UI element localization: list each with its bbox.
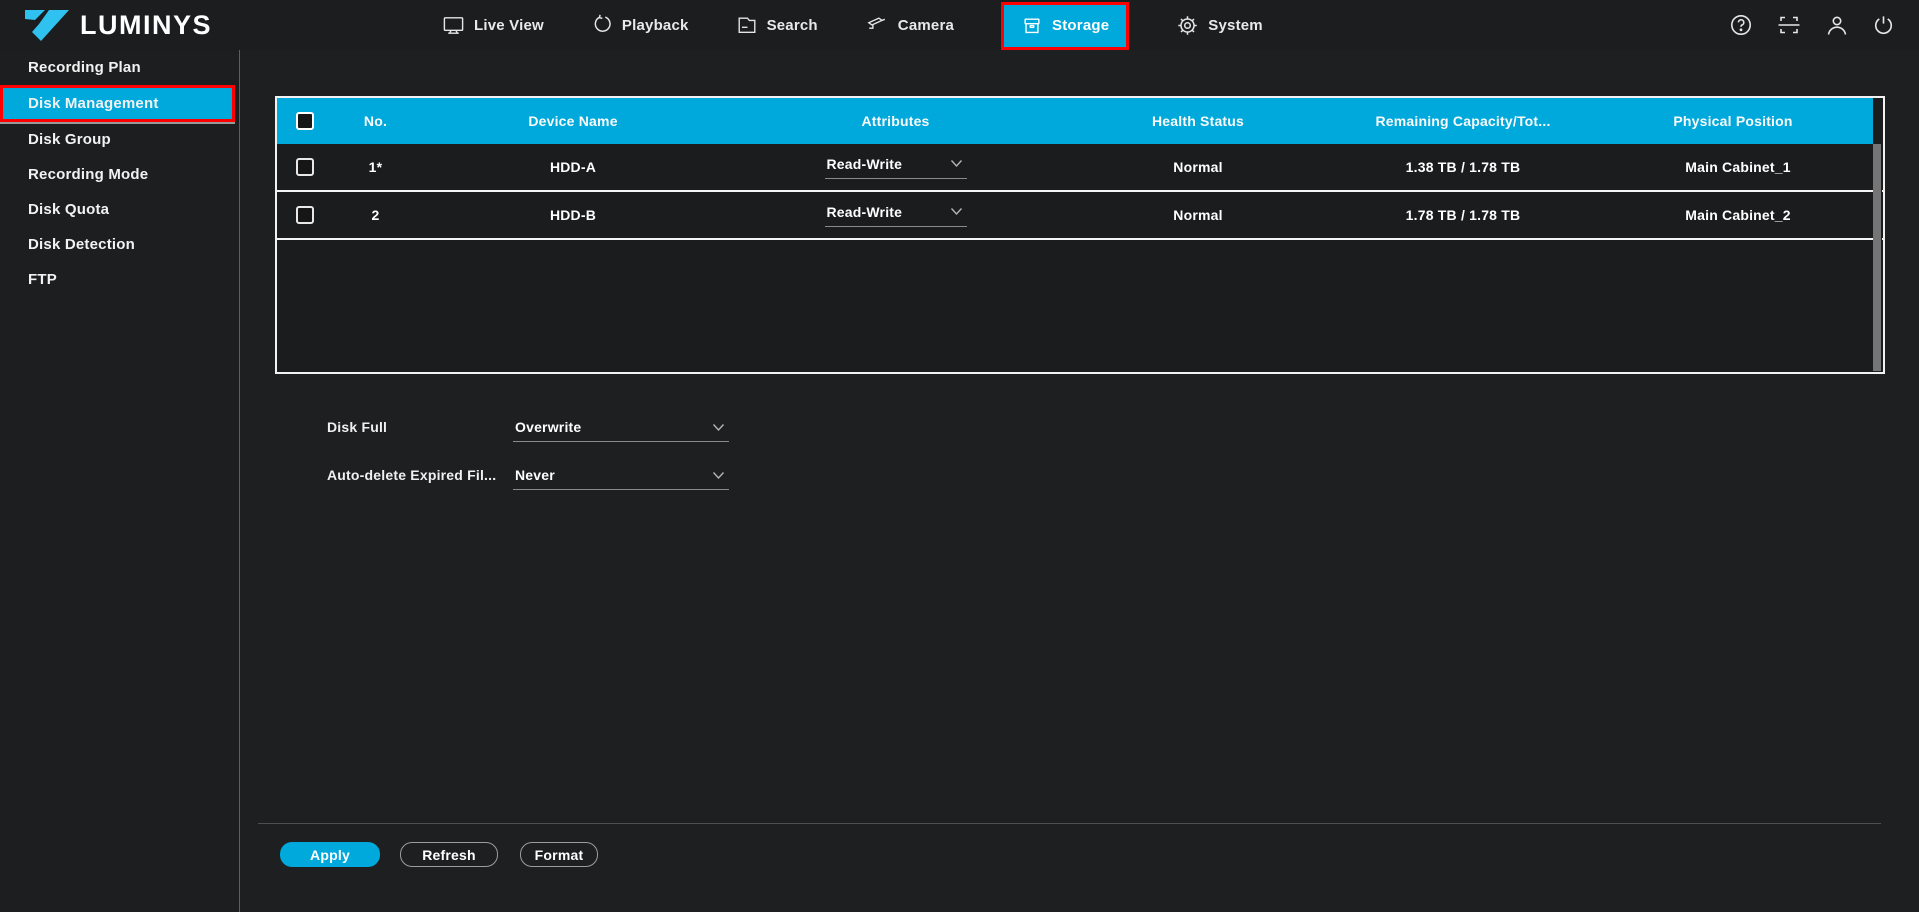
chevron-down-icon xyxy=(950,159,963,168)
header-attributes: Attributes xyxy=(728,113,1063,129)
monitor-icon xyxy=(442,14,465,37)
topbar: LUMINYS Live View Playback xyxy=(0,0,1919,50)
attributes-dropdown[interactable]: Read-Write xyxy=(825,204,967,227)
sidebar-item-recording-plan[interactable]: Recording Plan xyxy=(0,50,239,85)
playback-icon xyxy=(591,14,613,36)
cell-physical-position: Main Cabinet_1 xyxy=(1593,159,1883,175)
nav-item-camera[interactable]: Camera xyxy=(865,0,954,50)
table-row: 1* HDD-A Read-Write Normal 1.38 TB / 1.7… xyxy=(277,144,1883,192)
topbar-actions xyxy=(1729,0,1895,50)
header-device-name: Device Name xyxy=(418,113,728,129)
nav-label: Live View xyxy=(474,17,544,34)
header-remaining-capacity: Remaining Capacity/Tot... xyxy=(1333,113,1593,129)
table-header-row: No. Device Name Attributes Health Status… xyxy=(277,98,1873,144)
scan-icon[interactable] xyxy=(1776,13,1802,37)
gear-icon xyxy=(1176,14,1199,37)
apply-button[interactable]: Apply xyxy=(280,842,380,867)
power-icon[interactable] xyxy=(1872,14,1895,37)
disk-full-label: Disk Full xyxy=(327,419,513,435)
chevron-down-icon xyxy=(712,423,725,432)
table-scrollbar-track xyxy=(1873,144,1882,371)
nav-item-playback[interactable]: Playback xyxy=(591,0,689,50)
main-nav: Live View Playback Search xyxy=(442,0,1263,50)
format-button[interactable]: Format xyxy=(520,842,598,867)
nav-label: Storage xyxy=(1052,17,1109,34)
nav-item-search[interactable]: Search xyxy=(736,0,818,50)
nav-item-system[interactable]: System xyxy=(1176,0,1263,50)
folder-icon xyxy=(736,14,758,36)
help-icon[interactable] xyxy=(1729,13,1753,37)
cell-no: 2 xyxy=(333,207,418,223)
disk-management-table: No. Device Name Attributes Health Status… xyxy=(275,96,1885,374)
cell-physical-position: Main Cabinet_2 xyxy=(1593,207,1883,223)
nav-label: Search xyxy=(767,17,818,34)
disk-full-dropdown[interactable]: Overwrite xyxy=(513,419,729,442)
refresh-button[interactable]: Refresh xyxy=(400,842,498,867)
user-icon[interactable] xyxy=(1825,13,1849,37)
sidebar-item-recording-mode[interactable]: Recording Mode xyxy=(0,157,239,192)
cell-no: 1* xyxy=(333,159,418,175)
sidebar: Recording Plan Disk Management Disk Grou… xyxy=(0,50,240,912)
select-all-checkbox[interactable] xyxy=(296,112,314,130)
table-row: 2 HDD-B Read-Write Normal 1.78 TB / 1.78… xyxy=(277,192,1883,240)
sidebar-item-disk-group[interactable]: Disk Group xyxy=(0,122,239,157)
header-health-status: Health Status xyxy=(1063,113,1333,129)
cell-device-name: HDD-B xyxy=(418,207,728,223)
luminys-logo-icon xyxy=(24,7,70,43)
cell-health-status: Normal xyxy=(1063,159,1333,175)
cell-remaining-capacity: 1.78 TB / 1.78 TB xyxy=(1333,207,1593,223)
brand-logo: LUMINYS xyxy=(24,0,212,50)
auto-delete-dropdown[interactable]: Never xyxy=(513,467,729,490)
header-physical-position: Physical Position xyxy=(1593,113,1873,129)
sidebar-item-ftp[interactable]: FTP xyxy=(0,262,239,297)
footer-divider xyxy=(258,823,1881,824)
attributes-dropdown[interactable]: Read-Write xyxy=(825,156,967,179)
nav-label: System xyxy=(1208,17,1263,34)
cell-device-name: HDD-A xyxy=(418,159,728,175)
row-checkbox[interactable] xyxy=(296,158,314,176)
chevron-down-icon xyxy=(950,207,963,216)
table-scrollbar[interactable] xyxy=(1873,144,1881,371)
cell-remaining-capacity: 1.38 TB / 1.78 TB xyxy=(1333,159,1593,175)
nav-item-live-view[interactable]: Live View xyxy=(442,0,544,50)
header-no: No. xyxy=(333,113,418,129)
storage-icon xyxy=(1021,15,1043,37)
nav-item-storage-annotated[interactable]: Storage xyxy=(1001,2,1129,50)
chevron-down-icon xyxy=(712,471,725,480)
cell-health-status: Normal xyxy=(1063,207,1333,223)
auto-delete-label: Auto-delete Expired Fil... xyxy=(327,467,513,483)
row-checkbox[interactable] xyxy=(296,206,314,224)
brand-name: LUMINYS xyxy=(80,10,212,41)
auto-delete-field: Auto-delete Expired Fil... Never xyxy=(327,467,729,490)
sidebar-item-disk-detection[interactable]: Disk Detection xyxy=(0,227,239,262)
sidebar-item-disk-management-annotated[interactable]: Disk Management xyxy=(0,85,235,122)
disk-full-field: Disk Full Overwrite xyxy=(327,419,729,442)
nav-label: Playback xyxy=(622,17,689,34)
sidebar-item-disk-quota[interactable]: Disk Quota xyxy=(0,192,239,227)
nav-label: Camera xyxy=(898,17,954,34)
camera-icon xyxy=(865,14,889,36)
